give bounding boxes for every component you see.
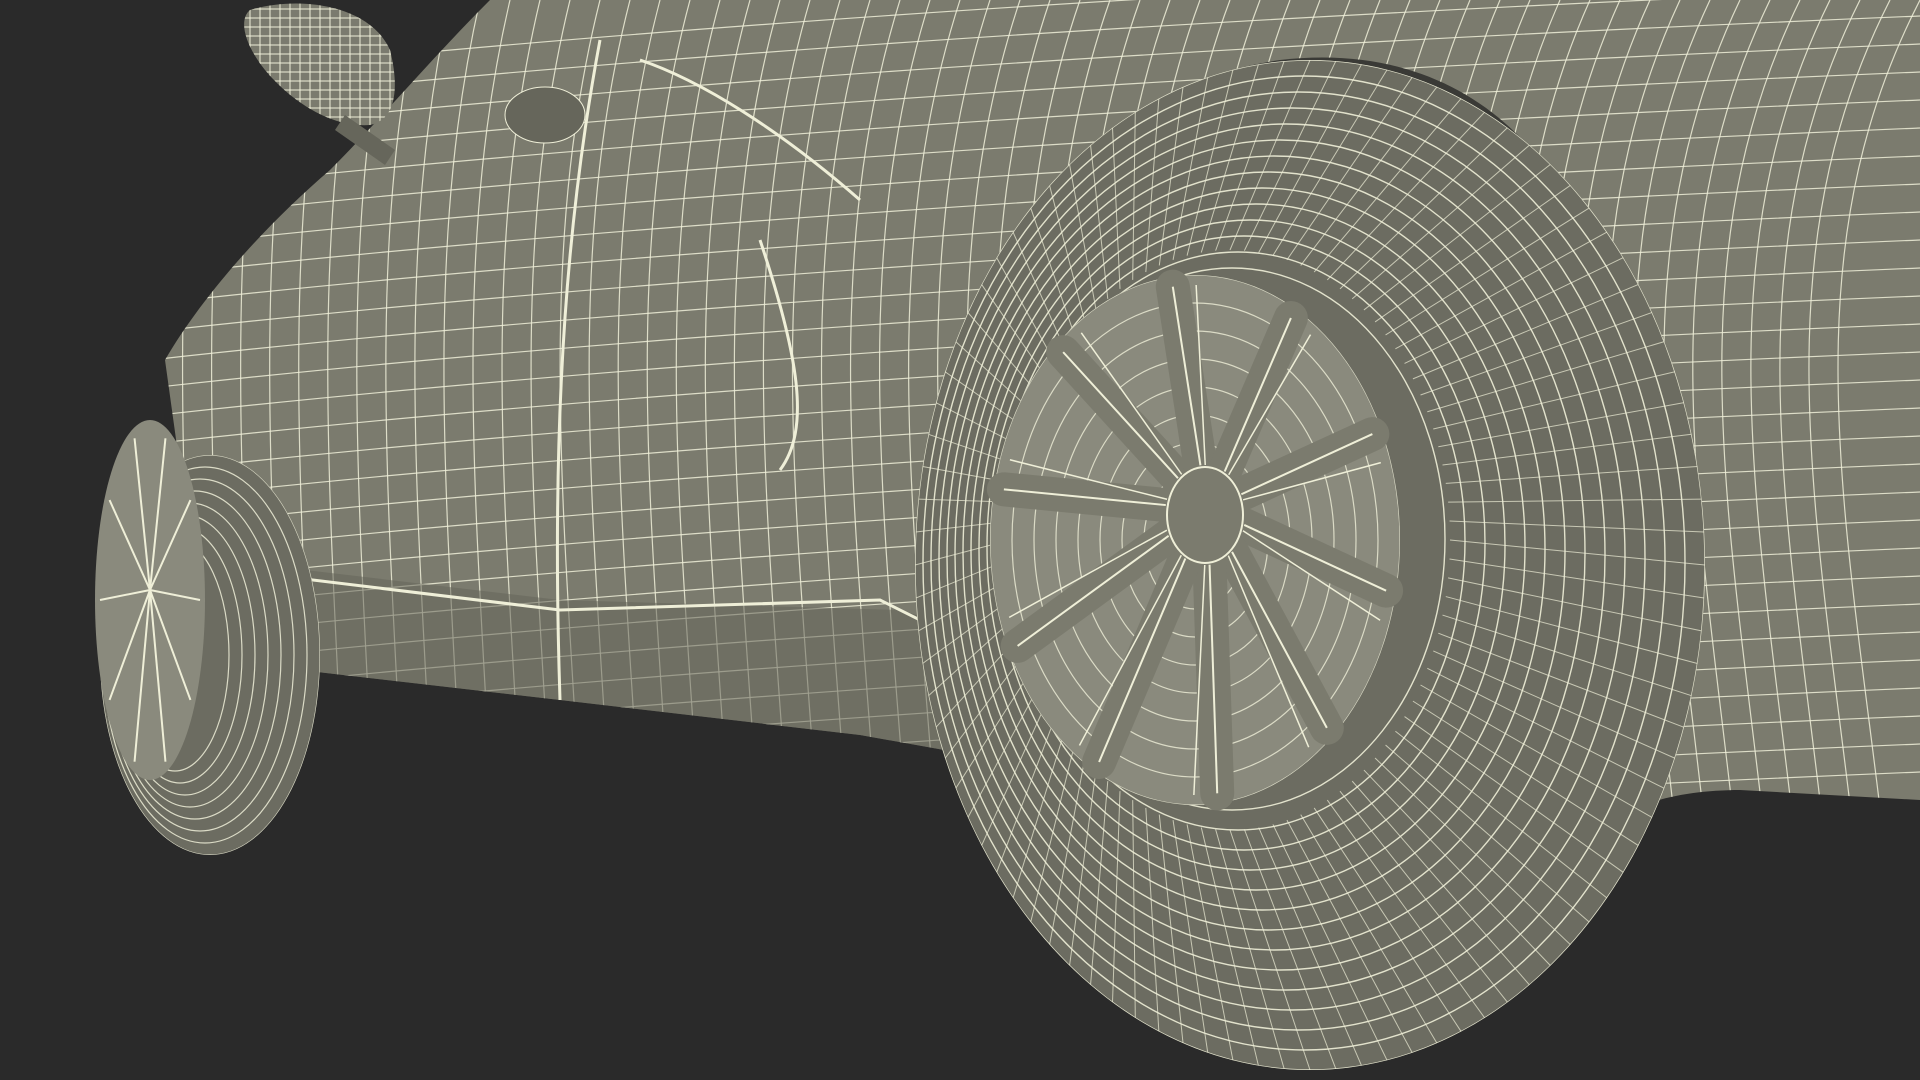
render-canvas <box>0 0 1920 1080</box>
rear-wheel <box>915 60 1705 1070</box>
car-wireframe-render <box>0 0 1920 1080</box>
wheel-hub <box>1166 466 1244 564</box>
door-handle <box>504 86 586 144</box>
